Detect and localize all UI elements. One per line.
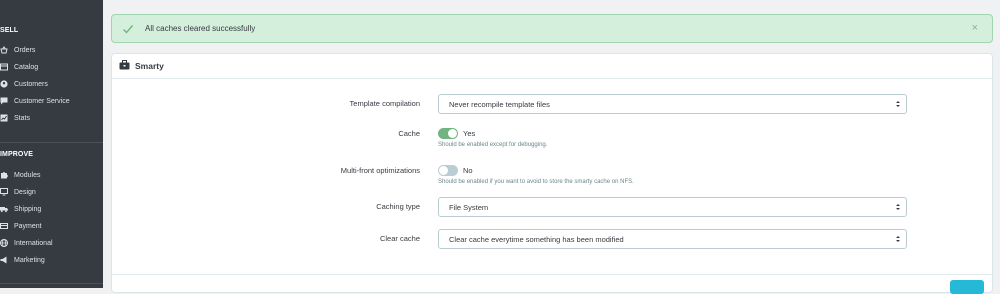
sidebar-item-shipping[interactable]: Shipping (0, 202, 41, 216)
sidebar-item-customers[interactable]: Customers (0, 77, 48, 91)
caching-type-label: Caching type (376, 202, 420, 211)
sidebar-item-orders[interactable]: Orders (0, 43, 35, 57)
toggle-knob (439, 166, 448, 175)
sidebar-item-label: Catalog (14, 63, 39, 71)
sidebar-section-improve: IMPROVE (0, 151, 33, 158)
cache-help-text: Should be enabled except for debugging. (438, 142, 548, 148)
template-compilation-label: Template compilation (349, 99, 420, 108)
sidebar-item-label: Marketing (14, 256, 45, 264)
sidebar-divider (0, 283, 103, 284)
international-icon (0, 239, 8, 247)
customer-service-icon (0, 97, 8, 105)
sidebar-section-sell: SELL (0, 27, 19, 34)
sidebar-item-payment[interactable]: Payment (0, 219, 42, 233)
alert-message: All caches cleared successfully (145, 24, 256, 33)
panel-title: Smarty (135, 61, 164, 71)
cache-toggle[interactable] (438, 128, 458, 139)
clear-cache-select[interactable]: Clear cache everytime something has been… (438, 229, 907, 249)
success-alert: All caches cleared successfully × (111, 14, 993, 43)
cache-label: Cache (398, 129, 420, 138)
shipping-icon (0, 205, 8, 213)
multi-front-label: Multi-front optimizations (340, 166, 420, 175)
panel-header: Smarty (112, 54, 992, 79)
marketing-icon (0, 256, 8, 264)
save-button[interactable] (950, 280, 984, 294)
catalog-icon (0, 63, 8, 71)
caret-updown-icon (896, 236, 900, 242)
sidebar-item-label: Orders (14, 46, 36, 54)
sidebar-item-label: Customers (14, 80, 48, 88)
sidebar-item-design[interactable]: Design (0, 185, 36, 199)
caret-updown-icon (896, 204, 900, 210)
sidebar-item-label: Stats (14, 114, 30, 122)
toggle-knob (448, 129, 457, 138)
sidebar-item-modules[interactable]: Modules (0, 168, 40, 182)
modules-icon (0, 171, 8, 179)
multi-front-toggle[interactable] (438, 165, 458, 176)
sidebar-item-customer-service[interactable]: Customer Service (0, 94, 70, 108)
smarty-panel: Smarty Template compilation Never recomp… (111, 53, 993, 294)
sidebar-item-label: International (14, 239, 53, 247)
orders-icon (0, 46, 8, 54)
sidebar-item-marketing[interactable]: Marketing (0, 253, 45, 267)
sidebar: SELL Orders Catalog Customers Customer S… (0, 0, 103, 288)
sidebar-divider (0, 142, 103, 143)
design-icon (0, 188, 8, 196)
caret-updown-icon (896, 101, 900, 107)
sidebar-item-label: Design (14, 188, 36, 196)
sidebar-item-label: Modules (14, 171, 41, 179)
sidebar-item-international[interactable]: International (0, 236, 53, 250)
caching-type-select[interactable]: File System (438, 197, 907, 217)
check-icon (123, 25, 134, 34)
sidebar-item-stats[interactable]: Stats (0, 111, 30, 125)
sidebar-item-catalog[interactable]: Catalog (0, 60, 38, 74)
select-value: File System (449, 203, 489, 212)
customers-icon (0, 80, 8, 88)
stats-icon (0, 114, 8, 122)
multi-front-help-text: Should be enabled if you want to avoid t… (438, 179, 634, 185)
sidebar-item-label: Customer Service (14, 97, 70, 105)
briefcase-icon (119, 60, 130, 70)
payment-icon (0, 222, 8, 230)
sidebar-item-label: Shipping (14, 205, 42, 213)
template-compilation-select[interactable]: Never recompile template files (438, 94, 907, 114)
panel-footer-divider (112, 274, 992, 275)
sidebar-item-label: Payment (14, 222, 42, 230)
select-value: Never recompile template files (449, 100, 550, 109)
select-value: Clear cache everytime something has been… (449, 235, 624, 244)
cache-toggle-state: Yes (463, 129, 476, 138)
multi-front-toggle-state: No (463, 166, 473, 175)
close-icon[interactable]: × (972, 22, 978, 34)
clear-cache-label: Clear cache (379, 234, 420, 243)
